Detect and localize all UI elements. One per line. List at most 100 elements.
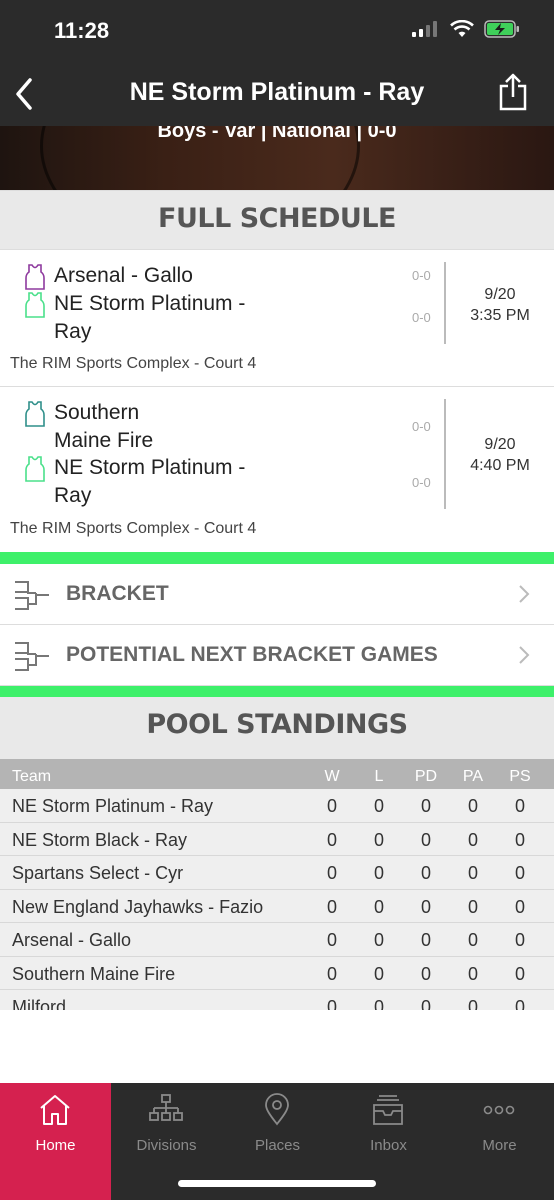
tab-label: Home — [35, 1137, 76, 1154]
team-score: 0-0 — [412, 310, 431, 325]
row-pa: 0 — [467, 963, 478, 984]
row-l: 0 — [373, 796, 384, 816]
column-header-pd: PD — [414, 768, 438, 785]
game-card[interactable]: Southern Maine Fire 0-0 NE Storm Platinu… — [0, 387, 554, 551]
section-divider-bar — [0, 552, 554, 564]
row-pd: 0 — [420, 863, 431, 883]
row-pd: 0 — [420, 963, 431, 984]
table-row[interactable]: Milford 0 0 0 0 0 — [0, 990, 554, 1010]
row-ps: 0 — [514, 863, 525, 883]
game-time: 4:40 PM — [470, 457, 530, 474]
team-banner: Boys - Var | National | 0-0 — [0, 126, 554, 190]
tab-more[interactable]: More — [444, 1083, 554, 1200]
jersey-icon — [25, 456, 45, 482]
game-date: 9/20 — [484, 436, 516, 453]
battery-charging-icon — [484, 20, 519, 38]
team-name: Southern Maine Fire — [54, 401, 154, 452]
chevron-right-icon — [519, 585, 530, 603]
divisions-icon — [149, 1094, 183, 1121]
team-subtitle: Boys - Var | National | 0-0 — [157, 126, 397, 142]
status-time: 11:28 — [54, 18, 110, 43]
game-card[interactable]: Arsenal - Gallo 0-0 NE Storm Platinum - … — [0, 250, 554, 387]
row-ps: 0 — [514, 896, 525, 917]
table-row[interactable]: NE Storm Platinum - Ray 0 0 0 0 0 — [0, 789, 554, 823]
home-indicator — [178, 1180, 376, 1187]
game-team-row: Southern Maine Fire — [24, 399, 164, 455]
row-pd: 0 — [420, 930, 431, 950]
table-row[interactable]: NE Storm Black - Ray 0 0 0 0 0 — [0, 822, 554, 856]
column-header-pa: PA — [462, 768, 484, 785]
table-row[interactable]: Arsenal - Gallo 0 0 0 0 0 — [0, 923, 554, 957]
row-w: 0 — [326, 896, 337, 917]
row-team: Arsenal - Gallo — [12, 930, 132, 950]
chevron-right-icon — [519, 646, 530, 664]
column-header-team: Team — [12, 768, 52, 785]
team-score: 0-0 — [412, 419, 431, 434]
game-datetime: 9/20 4:40 PM — [446, 434, 554, 476]
jersey-icon — [25, 264, 45, 290]
full-schedule-header: FULL SCHEDULE — [0, 190, 554, 250]
row-pd: 0 — [420, 796, 431, 816]
bracket-label: BRACKET — [66, 582, 169, 605]
row-pa: 0 — [467, 863, 478, 883]
game-venue: The RIM Sports Complex - Court 4 — [10, 355, 257, 372]
game-venue: The RIM Sports Complex - Court 4 — [10, 520, 257, 537]
row-pa: 0 — [467, 796, 478, 816]
tab-home[interactable]: Home — [0, 1083, 111, 1200]
team-name: NE Storm Platinum - Ray — [54, 456, 246, 507]
row-l: 0 — [373, 863, 384, 883]
row-ps: 0 — [514, 796, 525, 816]
bracket-icon — [15, 642, 49, 671]
row-w: 0 — [326, 796, 337, 816]
share-icon[interactable] — [498, 72, 528, 112]
game-team-row: Arsenal - Gallo — [24, 262, 264, 290]
standings-header-row: Team W L PD PA PS — [0, 759, 554, 789]
row-pa: 0 — [467, 997, 478, 1010]
column-header-w: W — [324, 768, 340, 785]
row-team: Southern Maine Fire — [12, 963, 176, 984]
table-row[interactable]: Spartans Select - Cyr 0 0 0 0 0 — [0, 856, 554, 890]
row-l: 0 — [373, 829, 384, 850]
row-team: New England Jayhawks - Fazio — [12, 896, 264, 917]
row-pa: 0 — [467, 930, 478, 950]
table-row[interactable]: New England Jayhawks - Fazio 0 0 0 0 0 — [0, 889, 554, 923]
tab-label: Inbox — [370, 1137, 407, 1154]
team-score: 0-0 — [412, 268, 431, 283]
bracket-link[interactable]: BRACKET — [0, 564, 554, 625]
row-pa: 0 — [467, 829, 478, 850]
row-ps: 0 — [514, 963, 525, 984]
column-header-l: L — [374, 768, 384, 785]
row-w: 0 — [326, 930, 337, 950]
game-date: 9/20 — [484, 286, 516, 303]
pool-standings-header: POOL STANDINGS — [0, 697, 554, 759]
back-arrow-icon[interactable] — [12, 76, 38, 112]
row-team: Spartans Select - Cyr — [12, 863, 184, 883]
row-w: 0 — [326, 863, 337, 883]
row-pd: 0 — [420, 896, 431, 917]
game-team-row: NE Storm Platinum - Ray — [24, 454, 264, 510]
row-l: 0 — [373, 963, 384, 984]
page-title: NE Storm Platinum - Ray — [129, 78, 425, 106]
potential-next-bracket-games-link[interactable]: POTENTIAL NEXT BRACKET GAMES — [0, 625, 554, 686]
column-header-ps: PS — [509, 768, 531, 785]
potential-games-label: POTENTIAL NEXT BRACKET GAMES — [66, 643, 438, 666]
inbox-icon — [373, 1095, 403, 1125]
table-row[interactable]: Southern Maine Fire 0 0 0 0 0 — [0, 956, 554, 990]
jersey-icon — [25, 401, 45, 427]
status-icons — [412, 20, 520, 38]
row-ps: 0 — [514, 930, 525, 950]
team-score: 0-0 — [412, 475, 431, 490]
row-team: NE Storm Platinum - Ray — [12, 796, 214, 816]
row-w: 0 — [326, 963, 337, 984]
row-pd: 0 — [420, 829, 431, 850]
row-l: 0 — [373, 997, 384, 1010]
game-datetime: 9/20 3:35 PM — [446, 284, 554, 326]
tab-label: Divisions — [136, 1137, 197, 1154]
row-w: 0 — [326, 997, 337, 1010]
row-team: Milford — [12, 997, 67, 1010]
row-l: 0 — [373, 930, 384, 950]
row-w: 0 — [326, 829, 337, 850]
row-pa: 0 — [467, 896, 478, 917]
standings-table: Team W L PD PA PS NE Storm Platinum - Ra… — [0, 759, 554, 1010]
signal-icon — [412, 21, 437, 37]
